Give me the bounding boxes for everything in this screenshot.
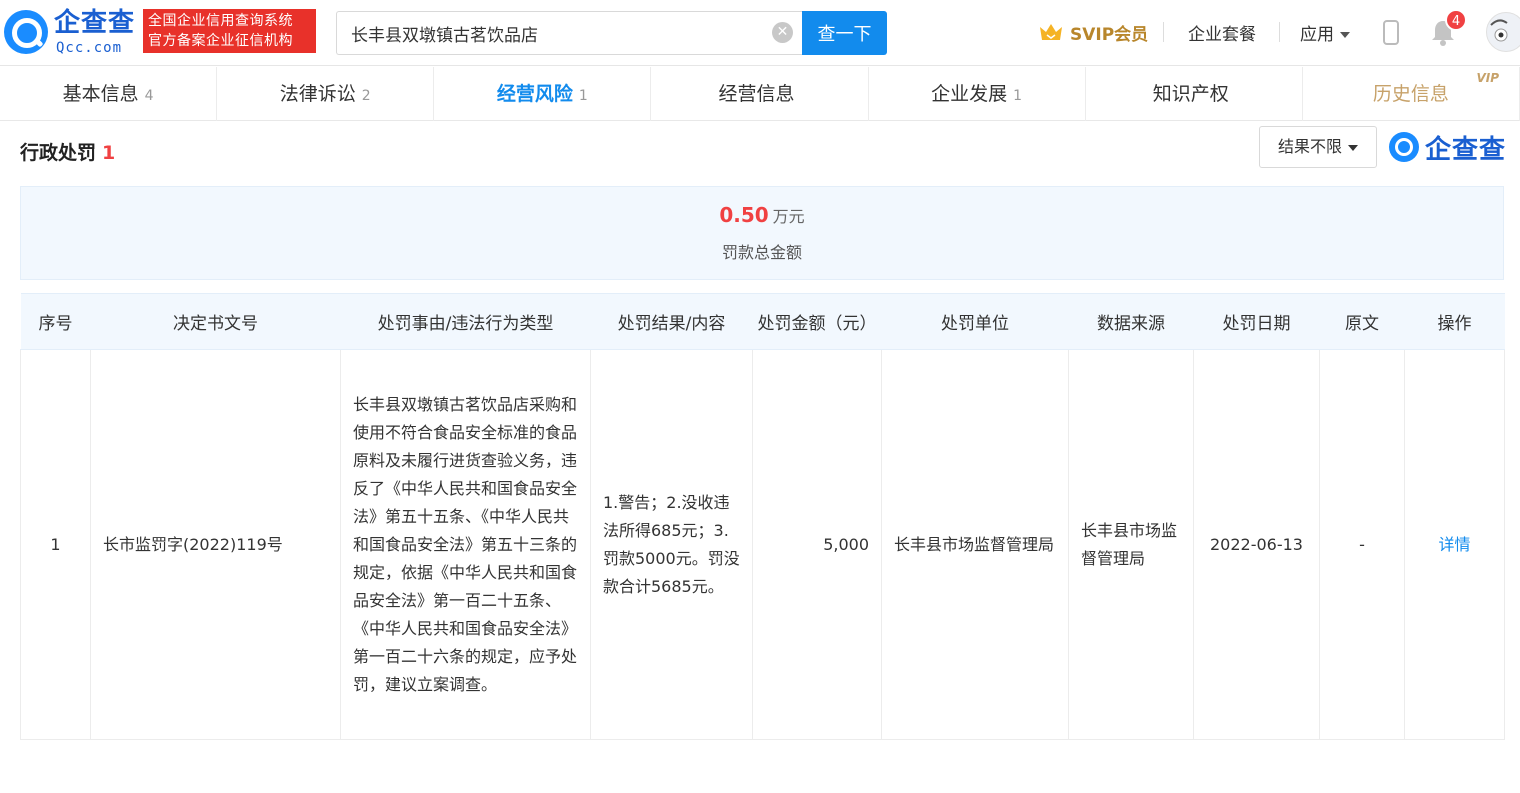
clear-icon[interactable]: ✕ bbox=[772, 22, 793, 43]
tab-history-info[interactable]: 历史信息 VIP bbox=[1303, 67, 1520, 121]
cell-source: 长丰县市场监督管理局 bbox=[1068, 349, 1194, 740]
nav-apps-label: 应用 bbox=[1300, 25, 1334, 45]
section-count: 1 bbox=[102, 142, 116, 164]
tab-label: 经营风险 bbox=[496, 83, 573, 105]
qcc-logo-icon bbox=[4, 10, 48, 54]
tab-count: 1 bbox=[1013, 88, 1023, 104]
cell-unit: 长丰县市场监督管理局 bbox=[881, 349, 1069, 740]
tab-label: 企业发展 bbox=[931, 83, 1008, 105]
search-box: ✕ bbox=[336, 11, 802, 55]
col-header-index: 序号 bbox=[20, 293, 91, 350]
fine-summary: 0.50 万元 罚款总金额 bbox=[20, 186, 1504, 280]
mobile-phone-icon[interactable] bbox=[1383, 20, 1399, 45]
slogan-badge: 全国企业信用查询系统 官方备案企业征信机构 bbox=[143, 9, 316, 53]
tab-label: 基本信息 bbox=[62, 83, 139, 105]
tab-basic-info[interactable]: 基本信息 4 bbox=[0, 67, 218, 121]
slogan-line-1: 全国企业信用查询系统 bbox=[148, 13, 293, 29]
cell-amount: 5,000 bbox=[752, 349, 882, 740]
cell-result: 1.警告；2.没收违法所得685元；3.罚款5000元。罚没款合计5685元。 bbox=[590, 349, 753, 740]
col-header-result: 处罚结果/内容 bbox=[590, 293, 753, 350]
cell-index: 1 bbox=[20, 349, 91, 740]
col-header-unit: 处罚单位 bbox=[881, 293, 1069, 350]
top-header: 企查查 Qcc.com 全国企业信用查询系统 官方备案企业征信机构 ✕ 查一下 … bbox=[0, 0, 1520, 66]
tab-count: 2 bbox=[361, 88, 371, 104]
nav-apps[interactable]: 应用 bbox=[1300, 20, 1350, 45]
nav-divider bbox=[1279, 22, 1280, 42]
tab-label: 经营信息 bbox=[718, 83, 795, 105]
tab-enterprise-development[interactable]: 企业发展 1 bbox=[869, 67, 1086, 121]
detail-link[interactable]: 详情 bbox=[1438, 535, 1470, 554]
qcc-logo[interactable]: 企查查 Qcc.com bbox=[4, 8, 140, 58]
col-header-amount: 处罚金额（元） bbox=[752, 293, 882, 350]
nav-enterprise-package[interactable]: 企业套餐 bbox=[1188, 20, 1256, 45]
cell-action: 详情 bbox=[1404, 349, 1505, 740]
tab-intellectual-property[interactable]: 知识产权 bbox=[1086, 67, 1303, 121]
logo-name: 企查查 bbox=[54, 8, 136, 38]
table-row: 1 长市监罚字(2022)119号 长丰县双墩镇古茗饮品店采购和使用不符合食品安… bbox=[20, 349, 1505, 740]
cell-doc-no: 长市监罚字(2022)119号 bbox=[90, 349, 341, 740]
tab-legal-litigation[interactable]: 法律诉讼 2 bbox=[217, 67, 435, 121]
avatar[interactable] bbox=[1486, 12, 1520, 52]
col-header-reason: 处罚事由/违法行为类型 bbox=[340, 293, 591, 350]
tab-operating-info[interactable]: 经营信息 bbox=[651, 67, 869, 121]
qcc-brand-logo: 企查查 bbox=[1389, 130, 1507, 165]
chevron-down-icon bbox=[1348, 144, 1358, 151]
search-input[interactable] bbox=[337, 12, 757, 54]
penalty-table: 序号 决定书文号 处罚事由/违法行为类型 处罚结果/内容 处罚金额（元） 处罚单… bbox=[20, 293, 1505, 740]
filter-label: 结果不限 bbox=[1277, 137, 1342, 156]
table-header-row: 序号 决定书文号 处罚事由/违法行为类型 处罚结果/内容 处罚金额（元） 处罚单… bbox=[20, 293, 1505, 350]
logo-domain: Qcc.com bbox=[56, 40, 123, 56]
svip-link[interactable]: SVIP会员 bbox=[1038, 18, 1148, 46]
brand-name: 企查查 bbox=[1425, 134, 1507, 165]
tab-label: 知识产权 bbox=[1152, 83, 1229, 105]
tab-label: 法律诉讼 bbox=[279, 83, 356, 105]
cell-reason: 长丰县双墩镇古茗饮品店采购和使用不符合食品安全标准的食品原料及未履行进货查验义务… bbox=[340, 349, 591, 740]
cell-date: 2022-06-13 bbox=[1193, 349, 1320, 740]
section-title-label: 行政处罚 bbox=[20, 142, 97, 164]
qcc-logo-icon bbox=[1389, 132, 1419, 162]
col-header-source: 数据来源 bbox=[1068, 293, 1194, 350]
chevron-down-icon bbox=[1340, 32, 1350, 38]
col-header-original: 原文 bbox=[1319, 293, 1405, 350]
fine-total-unit: 万元 bbox=[772, 207, 805, 226]
cell-original: - bbox=[1319, 349, 1405, 740]
svip-label: SVIP会员 bbox=[1070, 24, 1149, 45]
result-filter-dropdown[interactable]: 结果不限 bbox=[1259, 126, 1377, 168]
search-button[interactable]: 查一下 bbox=[802, 11, 887, 55]
tab-count: 4 bbox=[144, 88, 154, 104]
nav-divider bbox=[1163, 22, 1164, 42]
fine-total-label: 罚款总金额 bbox=[721, 243, 802, 262]
slogan-line-2: 官方备案企业征信机构 bbox=[148, 33, 293, 49]
tab-label: 历史信息 bbox=[1372, 83, 1449, 105]
vip-tag: VIP bbox=[1476, 71, 1499, 85]
section-title: 行政处罚 1 bbox=[20, 138, 115, 165]
fine-total-value: 0.50 万元 bbox=[21, 203, 1503, 227]
tab-count: 1 bbox=[578, 88, 588, 104]
notification-badge: 4 bbox=[1445, 9, 1467, 31]
col-header-action: 操作 bbox=[1404, 293, 1505, 350]
crown-icon bbox=[1038, 21, 1064, 43]
tab-operating-risk[interactable]: 经营风险 1 bbox=[434, 67, 652, 121]
fine-total-number: 0.50 bbox=[719, 203, 769, 227]
main-tabs: 基本信息 4 法律诉讼 2 经营风险 1 经营信息 企业发展 1 知识产权 历史信息 VI… bbox=[0, 67, 1520, 121]
col-header-date: 处罚日期 bbox=[1193, 293, 1320, 350]
col-header-doc-no: 决定书文号 bbox=[90, 293, 341, 350]
